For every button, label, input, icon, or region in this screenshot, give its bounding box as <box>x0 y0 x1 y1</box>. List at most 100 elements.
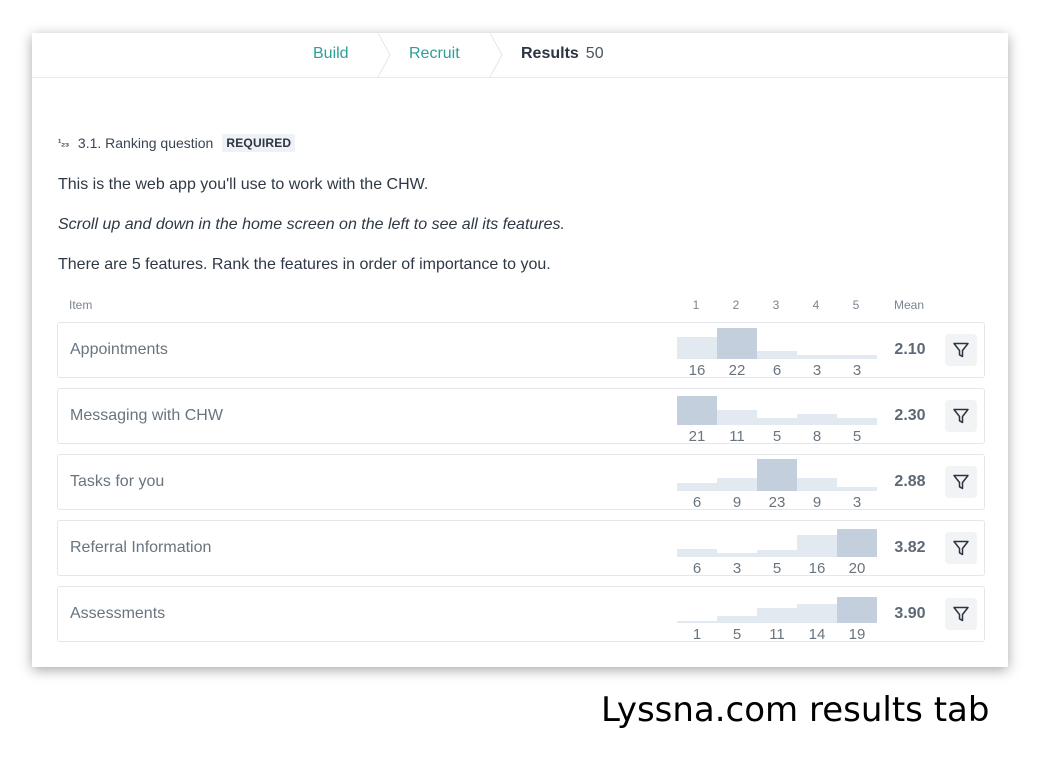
table-row: Tasks for you 6 9 23 9 3 2.88 <box>57 454 985 511</box>
filter-button[interactable] <box>945 532 977 564</box>
row-label: Referral Information <box>70 539 212 556</box>
rank-histogram: 21 11 5 8 5 <box>677 389 877 445</box>
rank-histogram: 6 3 5 16 20 <box>677 521 877 577</box>
filter-icon <box>953 408 969 424</box>
column-header-mean: Mean <box>893 298 925 312</box>
rank-bar <box>797 478 837 491</box>
question-text-2: Scroll up and down in the home screen on… <box>58 216 565 233</box>
column-header-rank: 3 <box>772 298 780 312</box>
rank-count: 22 <box>728 362 746 379</box>
rank-bar <box>797 604 837 623</box>
rank-count: 3 <box>852 494 862 511</box>
tab-results[interactable]: Results 50 <box>521 44 604 64</box>
rank-bar <box>677 549 717 557</box>
rank-count: 5 <box>772 560 782 577</box>
rank-bar <box>717 553 757 557</box>
rank-count: 6 <box>692 494 702 511</box>
rank-count: 19 <box>848 626 866 643</box>
table-row: Messaging with CHW 21 11 5 8 5 2.30 <box>57 388 985 445</box>
filter-icon <box>953 606 969 622</box>
filter-button[interactable] <box>945 334 977 366</box>
rank-bar <box>797 414 837 425</box>
rank-bar <box>677 483 717 491</box>
rank-count: 5 <box>852 428 862 445</box>
rank-bar <box>717 478 757 491</box>
rank-bar <box>717 616 757 623</box>
rank-count: 6 <box>692 560 702 577</box>
rank-count: 3 <box>732 560 742 577</box>
mean-value: 3.90 <box>894 605 926 622</box>
required-badge: REQUIRED <box>222 134 296 152</box>
question-text-1: This is the web app you'll use to work w… <box>58 176 429 193</box>
mean-value: 3.82 <box>894 539 926 556</box>
tab-results-label: Results <box>521 45 579 62</box>
rank-histogram: 16 22 6 3 3 <box>677 323 877 379</box>
rank-count: 9 <box>812 494 822 511</box>
rank-count: 5 <box>732 626 742 643</box>
filter-icon <box>953 540 969 556</box>
rank-bar <box>797 535 837 557</box>
rank-bar <box>677 621 717 623</box>
tab-bar: Build Recruit Results 50 <box>32 33 1008 78</box>
rank-bar <box>757 608 797 623</box>
tab-recruit[interactable]: Recruit <box>409 44 460 64</box>
rank-bar <box>837 487 877 491</box>
table-row: Referral Information 6 3 5 16 20 3.82 <box>57 520 985 577</box>
question-text-3: There are 5 features. Rank the features … <box>58 256 551 273</box>
row-label: Messaging with CHW <box>70 407 223 424</box>
row-label: Appointments <box>70 341 168 358</box>
rank-bar <box>837 529 877 557</box>
row-label: Tasks for you <box>70 473 165 490</box>
caption: Lyssna.com results tab <box>601 690 990 730</box>
rank-count: 23 <box>768 494 786 511</box>
mean-value: 2.10 <box>894 341 926 358</box>
rank-bar <box>717 410 757 425</box>
rank-bar <box>837 355 877 359</box>
rank-count: 1 <box>692 626 702 643</box>
row-label: Assessments <box>70 605 166 622</box>
rank-bar <box>717 328 757 359</box>
question-header: ¹₂₃ 3.1. Ranking question REQUIRED <box>58 134 296 152</box>
table-row: Assessments 1 5 11 14 19 3.90 <box>57 586 985 643</box>
rank-count: 6 <box>772 362 782 379</box>
rank-count: 5 <box>772 428 782 445</box>
rank-histogram: 6 9 23 9 3 <box>677 455 877 511</box>
rank-bar <box>837 418 877 425</box>
column-header-rank: 2 <box>732 298 740 312</box>
rank-bar <box>757 351 797 359</box>
filter-button[interactable] <box>945 598 977 630</box>
filter-icon <box>953 474 969 490</box>
column-header-rank: 4 <box>812 298 820 312</box>
chevron-separator-icon <box>489 33 503 77</box>
rank-bar <box>837 597 877 623</box>
rank-count: 14 <box>808 626 826 643</box>
column-header-rank: 1 <box>692 298 700 312</box>
rank-count: 21 <box>688 428 706 445</box>
filter-button[interactable] <box>945 466 977 498</box>
rank-count: 8 <box>812 428 822 445</box>
rank-count: 3 <box>812 362 822 379</box>
rank-bar <box>677 337 717 359</box>
chevron-separator-icon <box>377 33 391 77</box>
rank-count: 16 <box>688 362 706 379</box>
rank-count: 11 <box>769 626 785 643</box>
rank-bar <box>757 459 797 491</box>
rank-histogram: 1 5 11 14 19 <box>677 587 877 643</box>
rank-count: 11 <box>729 428 745 445</box>
tab-build-label: Build <box>313 45 349 62</box>
rank-count: 3 <box>852 362 862 379</box>
mean-value: 2.30 <box>894 407 926 424</box>
ranking-icon: ¹₂₃ <box>58 137 69 149</box>
column-header-rank: 5 <box>852 298 860 312</box>
rank-bar <box>677 396 717 425</box>
tab-build[interactable]: Build <box>313 44 349 64</box>
rank-bar <box>757 418 797 425</box>
rank-bar <box>757 550 797 557</box>
rank-bar <box>797 355 837 359</box>
column-header-item: Item <box>69 298 93 312</box>
filter-button[interactable] <box>945 400 977 432</box>
tab-recruit-label: Recruit <box>409 45 460 62</box>
table-row: Appointments 16 22 6 3 3 2.10 <box>57 322 985 379</box>
rank-count: 16 <box>808 560 826 577</box>
filter-icon <box>953 342 969 358</box>
